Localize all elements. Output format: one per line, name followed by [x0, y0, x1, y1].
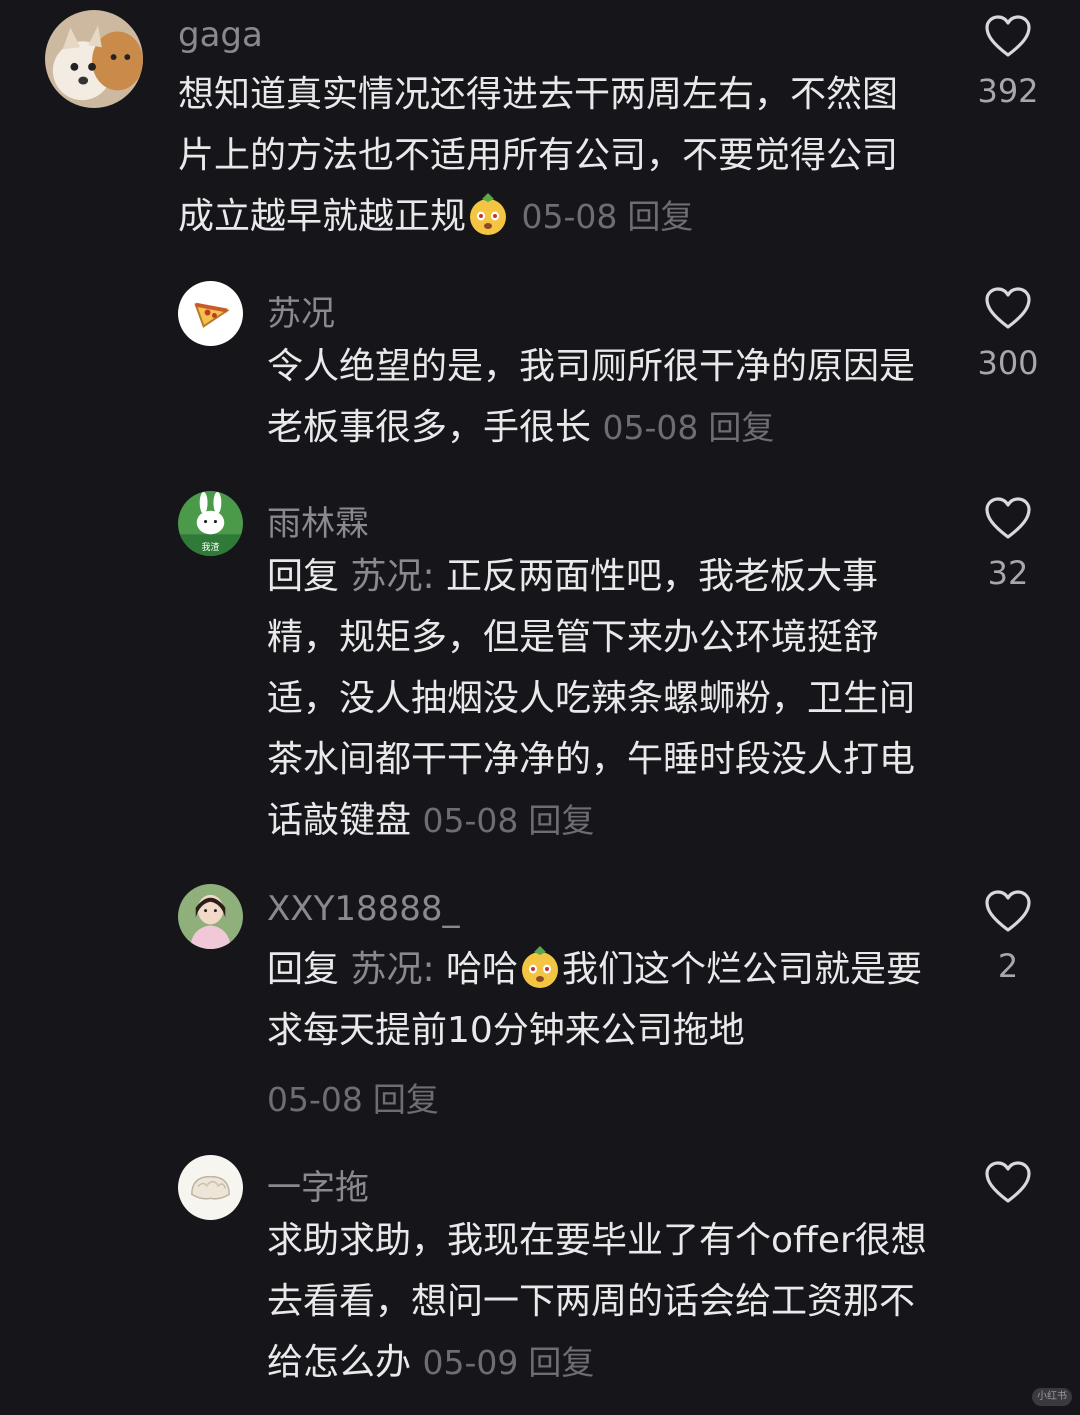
comment-content: 正反两面性吧，我老板大事精，规矩多，但是管下来办公环境挺舒适，没人抽烟没人吃辣条…: [267, 556, 916, 841]
avatar[interactable]: [178, 281, 243, 346]
like-button[interactable]: 392: [962, 14, 1054, 110]
like-count: 2: [997, 947, 1019, 985]
avatar[interactable]: [45, 10, 143, 108]
heart-outline-icon: [985, 497, 1031, 539]
comment-meta: 05-09 回复: [422, 1343, 594, 1382]
svg-text:我渣: 我渣: [202, 541, 220, 553]
comment-date: 05-08: [422, 801, 519, 840]
comment-text: 求助求助，我现在要毕业了有个offer很想去看看，想问一下两周的话会给工资那不给…: [267, 1210, 927, 1393]
comment-username[interactable]: 苏况: [267, 286, 335, 335]
heart-outline-icon: [985, 890, 1031, 932]
reply-target-user[interactable]: 苏况:: [350, 949, 434, 990]
comment-content: 求助求助，我现在要毕业了有个offer很想去看看，想问一下两周的话会给工资那不给…: [267, 1220, 927, 1383]
pineapple-face-emoji-icon: [518, 945, 562, 989]
like-button[interactable]: [962, 1160, 1054, 1218]
comment-meta: 05-08 回复: [267, 1073, 439, 1121]
reply-button[interactable]: 回复: [708, 408, 774, 447]
reply-target-user[interactable]: 苏况:: [350, 556, 434, 597]
comment-username[interactable]: XXY18888_: [267, 889, 460, 929]
comment-date: 05-09: [422, 1343, 519, 1382]
comment-date: 05-08: [521, 197, 618, 236]
comment-text: 回复 苏况: 哈哈 我们这个烂公司就是要求每天提前10分钟来公司拖地: [267, 939, 937, 1061]
comment-date: 05-08: [602, 408, 699, 447]
comment-meta: 05-08 回复: [602, 408, 774, 447]
reply-button[interactable]: 回复: [373, 1080, 439, 1119]
like-count: 300: [977, 344, 1039, 382]
comment-content-before: 哈哈: [434, 949, 519, 990]
comment-text: 想知道真实情况还得进去干两周左右，不然图片上的方法也不适用所有公司，不要觉得公司…: [178, 64, 923, 247]
comment-username[interactable]: 雨林霖: [267, 496, 369, 545]
reply-button[interactable]: 回复: [627, 197, 693, 236]
reply-button[interactable]: 回复: [528, 1343, 594, 1382]
comment-text: 令人绝望的是，我司厕所很干净的原因是老板事很多，手很长 05-08 回复: [267, 336, 927, 458]
heart-outline-icon: [985, 15, 1031, 57]
like-button[interactable]: 2: [962, 889, 1054, 985]
comment-meta: 05-08 回复: [422, 801, 594, 840]
avatar[interactable]: 我渣: [178, 491, 243, 556]
comment-date: 05-08: [267, 1080, 363, 1119]
avatar[interactable]: [178, 884, 243, 949]
heart-outline-icon: [985, 287, 1031, 329]
comment-username[interactable]: gaga: [178, 15, 263, 55]
heart-outline-icon: [985, 1161, 1031, 1203]
comment-text: 回复 苏况: 正反两面性吧，我老板大事精，规矩多，但是管下来办公环境挺舒适，没人…: [267, 546, 927, 851]
avatar[interactable]: [178, 1155, 243, 1220]
reply-prefix: 回复: [267, 556, 351, 597]
comment-meta: 05-08 回复: [521, 197, 693, 236]
reply-prefix: 回复: [267, 949, 351, 990]
pineapple-face-emoji-icon: [466, 192, 510, 236]
like-count: 32: [987, 554, 1029, 592]
comment-content: 令人绝望的是，我司厕所很干净的原因是老板事很多，手很长: [267, 346, 916, 448]
reply-button[interactable]: 回复: [528, 801, 594, 840]
like-count: 392: [977, 72, 1039, 110]
like-button[interactable]: 32: [962, 496, 1054, 592]
like-button[interactable]: 300: [962, 286, 1054, 382]
watermark: 小红书: [1032, 1388, 1072, 1406]
comment-username[interactable]: 一字拖: [267, 1160, 369, 1209]
